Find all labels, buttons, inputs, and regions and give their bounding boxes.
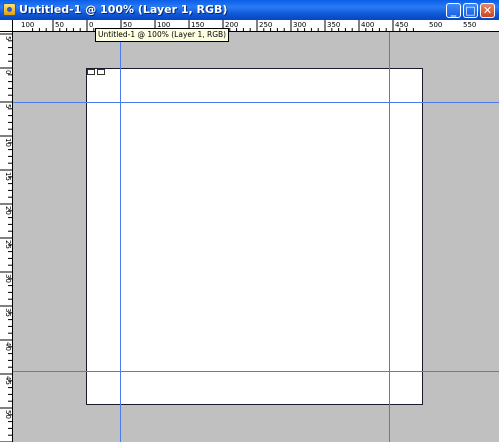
ruler-label: 45 — [4, 376, 12, 385]
ruler-label: 30 — [4, 274, 12, 283]
title-bar[interactable]: Untitled-1 @ 100% (Layer 1, RGB) _ □ ✕ — [0, 0, 499, 21]
layer-marker-icon — [97, 69, 105, 75]
ruler-label: 0 — [4, 70, 12, 74]
maximize-button[interactable]: □ — [463, 3, 478, 18]
close-icon: ✕ — [482, 4, 493, 17]
ruler-label: 15 — [4, 172, 12, 181]
horizontal-ruler-scale: 100 50 0 50 100 150 200 250 300 350 400 450 500 550 — [21, 20, 476, 31]
minimize-icon: _ — [450, 4, 457, 17]
ruler-label: 250 — [259, 21, 272, 29]
ruler-label: 500 — [429, 21, 442, 29]
minimize-button[interactable]: _ — [446, 3, 461, 18]
close-button[interactable]: ✕ — [480, 3, 495, 18]
horizontal-guide[interactable] — [13, 102, 499, 103]
ruler-label: 5 — [4, 104, 12, 108]
vertical-ruler-scale: 505101520253035404550 — [0, 33, 12, 442]
vertical-guide[interactable] — [389, 32, 390, 442]
ruler-label: 350 — [327, 21, 340, 29]
horizontal-guide[interactable] — [13, 371, 499, 372]
photoshop-app-icon[interactable] — [3, 3, 16, 16]
ruler-label: 0 — [89, 21, 93, 29]
layer-marker-icon — [87, 69, 95, 75]
ruler-label: 450 — [395, 21, 408, 29]
ruler-label: 550 — [463, 21, 476, 29]
ruler-label: 25 — [4, 240, 12, 249]
ruler-label: 300 — [293, 21, 306, 29]
ruler-label: 50 — [4, 410, 12, 419]
vertical-guide[interactable] — [120, 32, 121, 442]
ruler-label: 5 — [4, 36, 12, 40]
maximize-icon: □ — [465, 4, 476, 17]
ruler-label: 100 — [21, 21, 34, 29]
horizontal-ruler[interactable]: 100 50 0 50 100 150 200 250 300 350 400 450 500 550 — [0, 20, 499, 32]
ruler-label: 35 — [4, 308, 12, 317]
ruler-label: 20 — [4, 206, 12, 215]
document-canvas[interactable] — [86, 68, 423, 405]
ruler-label: 400 — [361, 21, 374, 29]
window-title: Untitled-1 @ 100% (Layer 1, RGB) — [19, 3, 228, 16]
ruler-label: 10 — [4, 138, 12, 147]
ruler-origin[interactable] — [0, 20, 13, 32]
ruler-label: 40 — [4, 342, 12, 351]
ruler-label: 50 — [55, 21, 64, 29]
vertical-ruler[interactable]: 5 0 5 10 15 20 25 30 35 40 45 50 — [0, 31, 13, 442]
title-tooltip: Untitled-1 @ 100% (Layer 1, RGB) — [95, 28, 230, 42]
